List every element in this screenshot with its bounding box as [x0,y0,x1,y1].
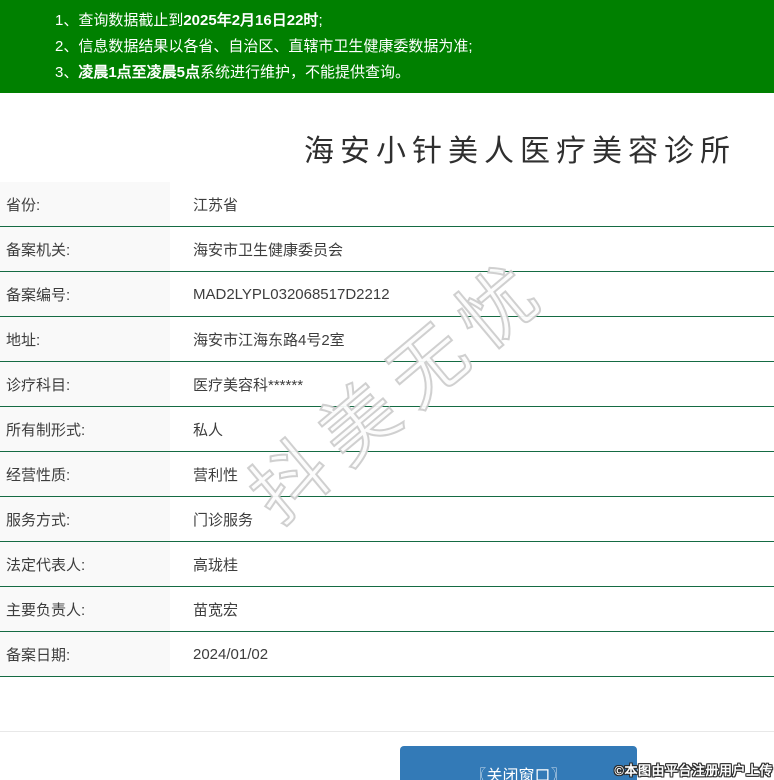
row-label: 备案机关: [0,227,170,271]
table-row-filing-authority: 备案机关: 海安市卫生健康委员会 [0,227,774,272]
row-label: 服务方式: [0,497,170,541]
notice-3-bold: 凌晨1点至凌晨5点 [78,64,201,81]
footer-divider [0,731,774,732]
row-label: 主要负责人: [0,587,170,631]
row-label: 地址: [0,317,170,361]
table-row-province: 省份: 江苏省 [0,182,774,227]
notice-bar: 1、查询数据截止到2025年2月16日22时; 2、信息数据结果以各省、自治区、… [0,0,774,93]
row-value: 门诊服务 [193,511,254,529]
row-label: 备案编号: [0,272,170,316]
table-row-filing-number: 备案编号: MAD2LYPL032068517D2212 [0,272,774,317]
table-row-business-nature: 经营性质: 营利性 [0,452,774,497]
notice-3-suffix: 系统进行维护，不能提供查询。 [200,64,411,81]
info-table: 省份: 江苏省 备案机关: 海安市卫生健康委员会 备案编号: MAD2LYPL0… [0,182,774,677]
row-value: 江苏省 [193,196,239,214]
row-value: 海安市卫生健康委员会 [193,241,344,259]
table-row-treatment-subjects: 诊疗科目: 医疗美容科****** [0,362,774,407]
notice-line-3: 3、凌晨1点至凌晨5点系统进行维护，不能提供查询。 [55,60,764,86]
row-label: 法定代表人: [0,542,170,586]
page-title: 海安小针美人医疗美容诊所 [304,135,736,168]
row-value: 高珑桂 [193,556,239,574]
row-value: 苗宽宏 [193,601,239,619]
uploader-stamp-watermark: ©本图由平台注册用户上传 [614,763,773,778]
notice-1-bold: 2025年2月16日22时 [183,12,319,29]
row-label: 备案日期: [0,632,170,676]
notice-line-1: 1、查询数据截止到2025年2月16日22时; [55,8,764,34]
row-label: 经营性质: [0,452,170,496]
table-row-legal-representative: 法定代表人: 高珑桂 [0,542,774,587]
row-label: 诊疗科目: [0,362,170,406]
row-value: 医疗美容科****** [193,376,304,394]
notice-3-text: 3、 [55,64,79,81]
row-value: 2024/01/02 [193,645,269,663]
row-label: 所有制形式: [0,407,170,451]
row-value: 营利性 [193,466,239,484]
notice-1-suffix: ; [318,12,323,29]
row-label: 省份: [0,182,170,226]
table-row-principal-person: 主要负责人: 苗宽宏 [0,587,774,632]
notice-line-2: 2、信息数据结果以各省、自治区、直辖市卫生健康委数据为准; [55,34,764,60]
row-value: MAD2LYPL032068517D2212 [193,285,390,303]
table-row-address: 地址: 海安市江海东路4号2室 [0,317,774,362]
row-value: 私人 [193,421,224,439]
table-row-filing-date: 备案日期: 2024/01/02 [0,632,774,677]
row-value: 海安市江海东路4号2室 [193,331,345,349]
table-row-service-mode: 服务方式: 门诊服务 [0,497,774,542]
close-window-button[interactable]: 〖关闭窗口〗 [400,746,637,780]
notice-2-text: 2、信息数据结果以各省、自治区、直辖市卫生健康委数据为准; [55,38,473,55]
notice-1-text: 1、查询数据截止到 [55,12,184,29]
table-row-ownership-form: 所有制形式: 私人 [0,407,774,452]
